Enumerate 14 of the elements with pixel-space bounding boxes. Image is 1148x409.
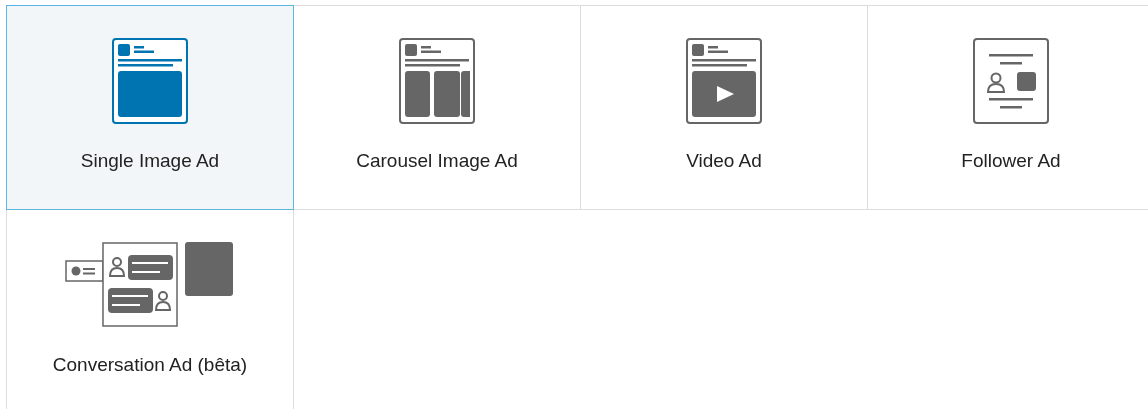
image-post-icon (112, 38, 188, 124)
ad-format-label: Conversation Ad (bêta) (52, 354, 248, 376)
ad-format-label: Video Ad (686, 150, 762, 172)
ad-format-option[interactable]: Video Ad (580, 5, 868, 210)
profile-card-icon (973, 38, 1049, 124)
ad-format-option[interactable]: Single Image Ad (6, 5, 294, 210)
ad-format-option[interactable]: Conversation Ad (bêta) (6, 209, 294, 409)
ad-format-option[interactable]: Carousel Image Ad (293, 5, 581, 210)
carousel-post-icon (399, 38, 475, 124)
ad-format-label: Carousel Image Ad (356, 150, 518, 172)
ad-format-label: Follower Ad (961, 150, 1061, 172)
ad-format-option[interactable]: Follower Ad (867, 5, 1148, 210)
video-post-icon (686, 38, 762, 124)
ad-format-label: Single Image Ad (80, 150, 220, 172)
